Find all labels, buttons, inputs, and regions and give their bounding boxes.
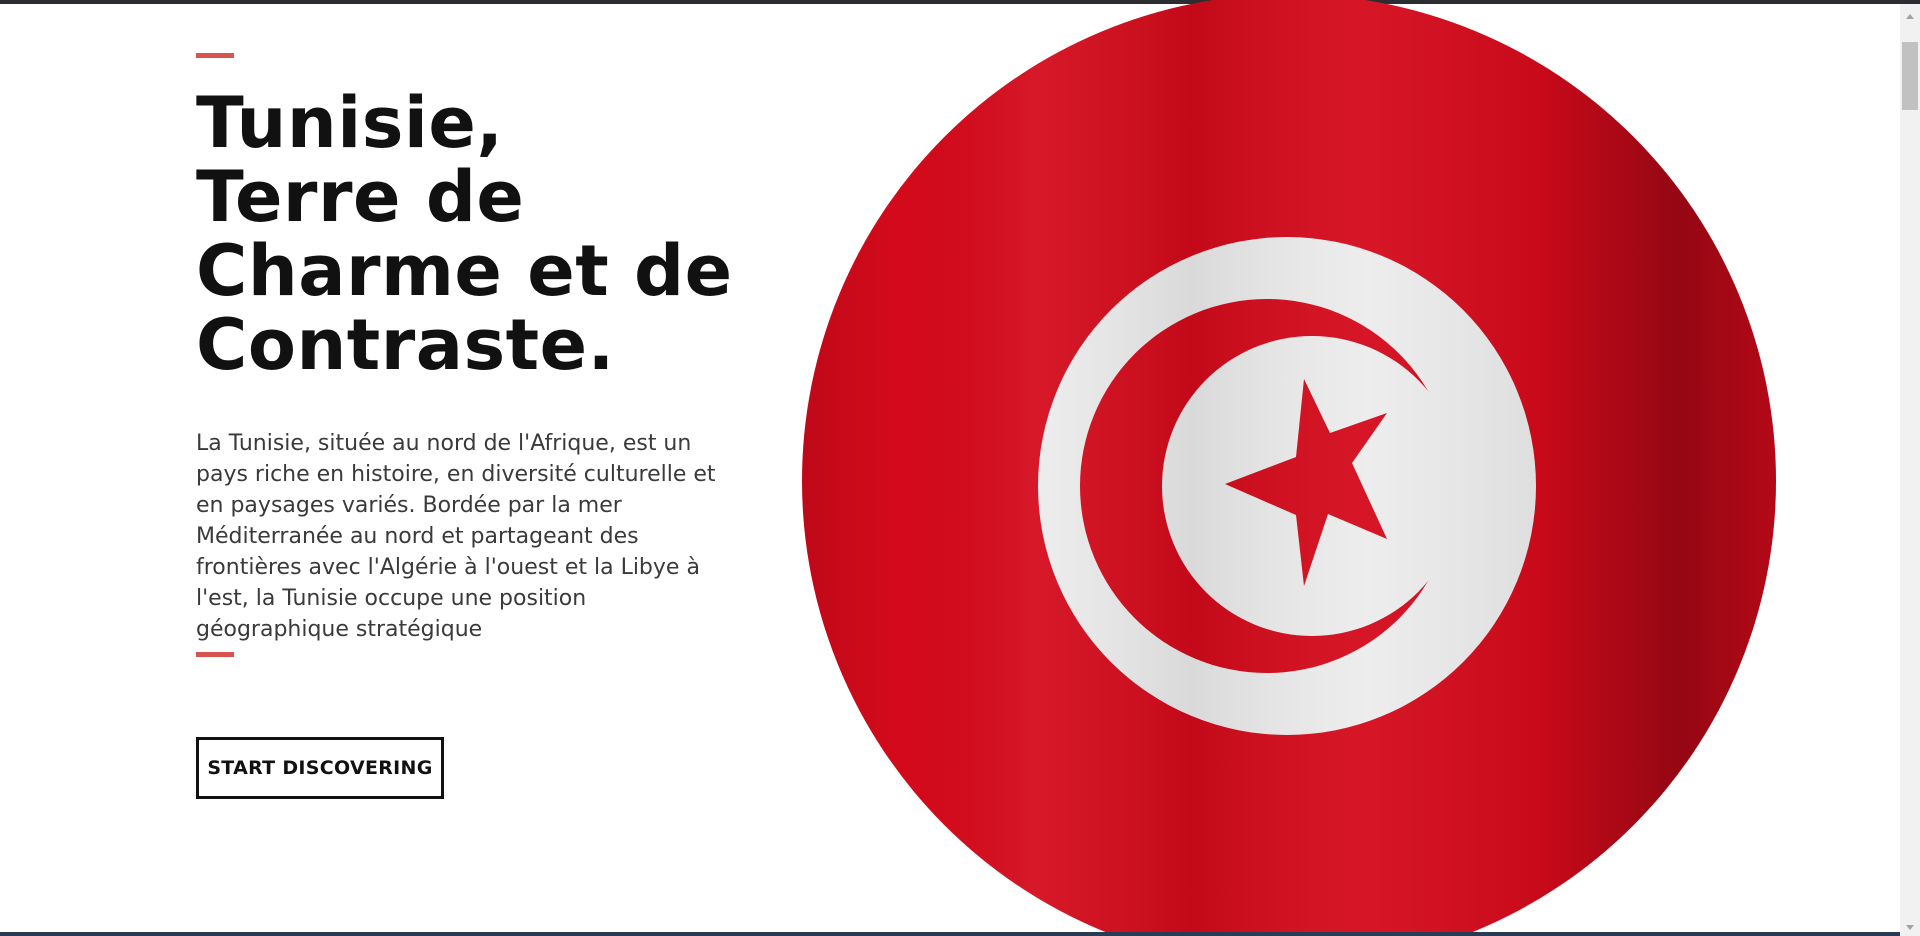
headline-line-4: Contraste. [196,304,615,386]
accent-line-bottom [196,652,234,657]
window-top-strip [0,0,1920,4]
headline-line-1: Tunisie, [196,82,504,164]
page-title: Tunisie, Terre de Charme et de Contraste… [196,86,756,382]
tunisia-flag-image [802,0,1776,936]
flag-fold-shading [802,0,1776,936]
window-bottom-strip [0,932,1900,936]
headline-line-3: Charme et de [196,230,733,312]
tunisia-flag-icon [802,0,1776,936]
hero-description: La Tunisie, située au nord de l'Afrique,… [196,431,716,642]
headline-line-2: Terre de [196,156,525,238]
scroll-up-arrow-icon[interactable] [1906,14,1914,19]
vertical-scrollbar[interactable] [1900,4,1920,936]
accent-line-top [196,53,234,58]
scroll-down-arrow-icon[interactable] [1906,925,1914,930]
start-discovering-button[interactable]: START DISCOVERING [196,737,444,799]
scrollbar-thumb[interactable] [1902,42,1918,110]
